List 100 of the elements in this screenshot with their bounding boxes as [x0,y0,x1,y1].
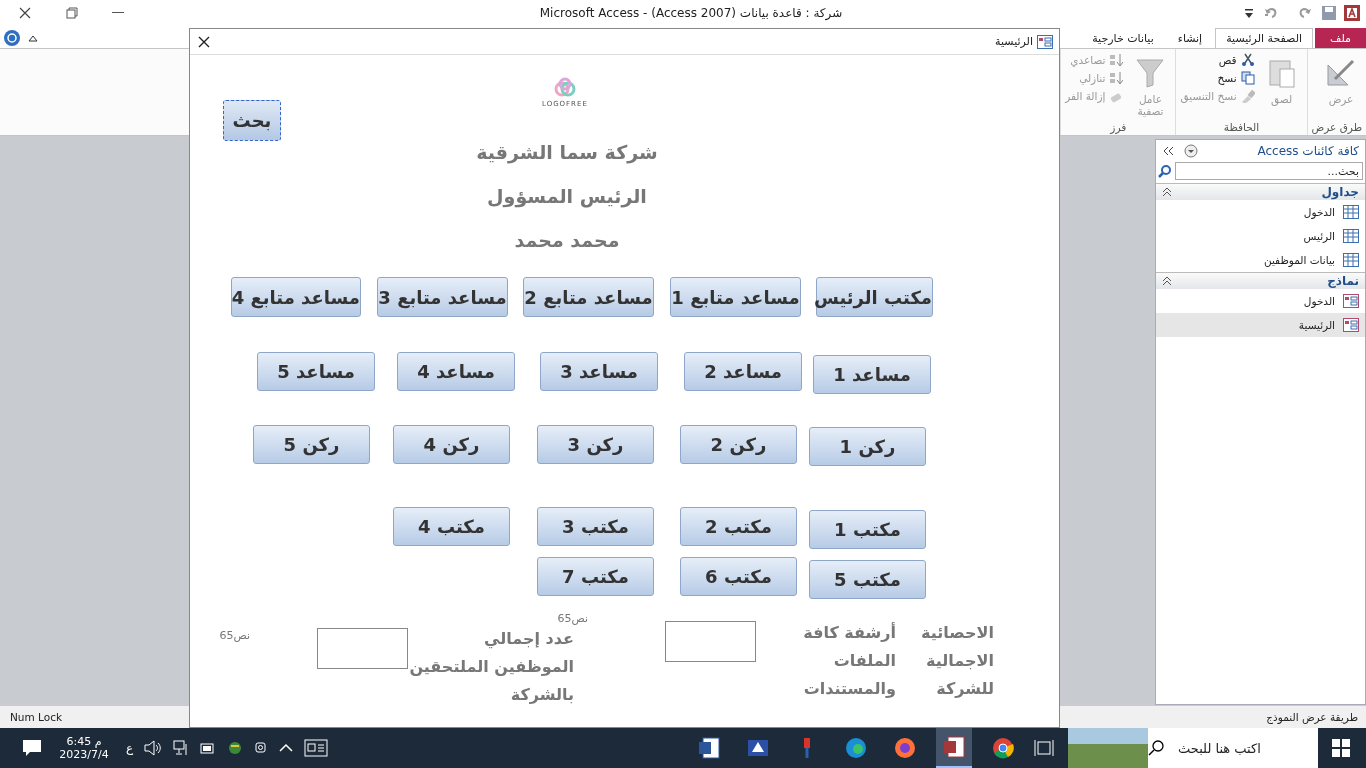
copy-icon [1240,71,1255,85]
help-icon[interactable] [4,30,20,46]
scissors-icon [1240,53,1255,67]
form-button[interactable]: ركن 3 [537,425,654,464]
globe-icon[interactable] [227,740,244,756]
wave-app-icon [844,736,868,760]
clipboard-icon [1267,57,1296,89]
ribbon-button[interactable]: نسخ [1180,71,1255,85]
start-icon[interactable] [1332,739,1350,757]
heading: شركة سما الشرقية [475,141,659,163]
search-field[interactable]: اكتب هنا للبحث [1148,728,1318,768]
wheel-app-icon [991,736,1015,760]
collapse-icon [1162,187,1172,197]
dropdown-icon[interactable] [1244,7,1254,19]
restore-icon[interactable] [66,7,78,19]
sort-icon [1109,71,1124,85]
minimize-icon[interactable] [112,12,124,14]
form-button[interactable]: مساعد 1 [813,355,931,394]
label: أرشفة كافة الملفات والمستندات [802,621,896,700]
news-icon[interactable] [304,739,329,757]
object-item[interactable]: الرئيسية [1156,313,1365,337]
sort-icon [1109,53,1124,67]
form-button[interactable]: ركن 5 [253,425,370,464]
form-button[interactable]: مساعد 5 [257,352,375,391]
form-button[interactable]: مساعد متابع 4 [231,277,361,317]
group-header[interactable]: نماذج [1156,272,1365,289]
form-button[interactable]: مكتب 7 [537,557,654,596]
group-header[interactable]: جداول [1156,183,1365,200]
form-icon [1037,34,1053,49]
table-icon [1343,253,1359,267]
text-field[interactable] [665,621,756,662]
close-icon[interactable] [198,35,210,48]
dropdown-icon[interactable] [1184,144,1198,158]
field-caption: نص65 [556,612,588,625]
ribbon-button[interactable]: قص [1180,53,1255,67]
form-button[interactable]: مساعد متابع 2 [523,277,654,317]
group-label: فرز [1108,121,1128,133]
ribbon-tab[interactable]: إنشاء [1166,28,1214,48]
camera-icon[interactable] [254,740,269,756]
volume-icon[interactable] [144,740,163,756]
form-button[interactable]: مكتب 6 [680,557,797,596]
search-icon[interactable] [1158,164,1172,178]
form-button[interactable]: مساعد 4 [397,352,515,391]
round-app-icon [893,736,917,760]
pane-title: كافة كائنات Access [1257,144,1359,158]
save-icon[interactable] [1322,6,1336,20]
object-item[interactable]: الرئيس [1156,224,1365,248]
form-button[interactable]: ركن 1 [809,427,926,466]
collapse-pane-icon[interactable] [1162,146,1174,156]
heading: الرئيس المسؤول [486,185,648,207]
form-title: الرئيسية [995,35,1033,48]
document-app-icon [697,736,721,760]
search-field[interactable]: بحث... [1175,162,1363,180]
funnel-icon [1135,57,1166,89]
notification-icon[interactable] [22,739,42,757]
search-button[interactable]: بحث [223,100,281,141]
window-title: شركة : قاعدة بيانات (Access 2007) - Microsoft Access [539,6,843,20]
table-icon [1343,205,1359,219]
field-caption: نص65 [218,629,250,642]
brush-icon [1240,89,1255,103]
status-text: طريقة عرض النموذج [1266,711,1358,723]
object-item[interactable]: الدخول [1156,289,1365,313]
label: الاحصائية الاجمالية للشركة [920,622,994,700]
group-label: طرق عرض [1311,121,1362,133]
status-text: Num Lock [10,711,63,723]
ribbon-tab[interactable]: بيانات خارجية [1081,28,1165,48]
heading: محمد محمد [513,229,621,251]
set-square-icon [1325,57,1357,89]
form-button[interactable]: مكتب الرئيس [816,277,933,317]
form-button[interactable]: مساعد 3 [540,352,658,391]
collapse-ribbon-icon[interactable] [28,34,38,42]
form-button[interactable]: ركن 4 [393,425,510,464]
form-button[interactable]: مساعد متابع 3 [377,277,508,317]
label: عدد إجمالي الموظفين الملتحقين بالشركة [408,628,574,706]
form-button[interactable]: مكتب 5 [809,560,926,599]
form-button[interactable]: مكتب 4 [393,507,510,546]
language-indicator[interactable]: ع [126,741,134,755]
object-item[interactable]: بيانات الموظفين [1156,248,1365,272]
text-field[interactable] [317,628,408,669]
pin-app-icon [803,737,811,759]
taskbar-button[interactable] [936,728,972,768]
close-icon[interactable] [18,6,32,20]
object-item[interactable]: الدخول [1156,200,1365,224]
network-icon[interactable] [173,740,190,756]
form-button[interactable]: مكتب 1 [809,510,926,549]
form-button[interactable]: مساعد 2 [684,352,802,391]
app-logo-icon [1344,5,1360,21]
battery-icon[interactable] [200,741,217,755]
database-app-icon [942,735,966,759]
form-button[interactable]: ركن 2 [680,425,797,464]
collapse-icon [1162,276,1172,286]
form-button[interactable]: مكتب 3 [537,507,654,546]
ribbon-tab[interactable]: الصفحة الرئيسية [1215,28,1314,48]
task-view-icon[interactable] [1034,739,1054,757]
group-label: الحافظة [1222,121,1261,133]
search-icon [1148,740,1164,756]
form-button[interactable]: مساعد متابع 1 [670,277,801,317]
ribbon-tab[interactable]: ملف [1315,28,1366,48]
chevron-up-icon[interactable] [279,743,294,753]
form-button[interactable]: مكتب 2 [680,507,797,546]
